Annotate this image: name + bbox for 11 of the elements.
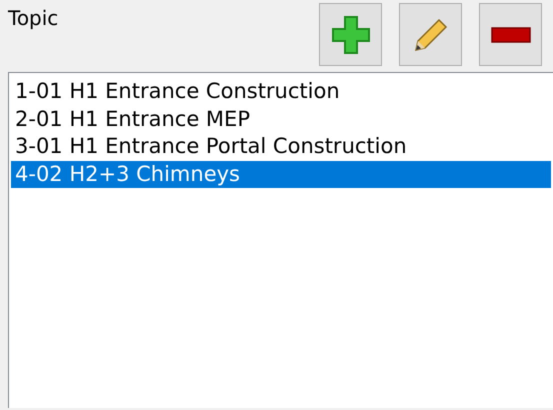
- add-button[interactable]: [319, 3, 382, 66]
- remove-button[interactable]: [479, 3, 542, 66]
- list-item[interactable]: 4-02 H2+3 Chimneys: [11, 160, 551, 188]
- topic-label: Topic: [8, 6, 60, 30]
- minus-icon: [490, 26, 530, 42]
- pencil-icon: [412, 16, 448, 52]
- plus-icon: [330, 14, 370, 54]
- list-item[interactable]: 1-01 H1 Entrance Construction: [11, 78, 551, 106]
- list-item[interactable]: 2-01 H1 Entrance MEP: [11, 106, 551, 133]
- edit-button[interactable]: [399, 3, 462, 66]
- list-item[interactable]: 3-01 H1 Entrance Portal Construction: [11, 133, 551, 160]
